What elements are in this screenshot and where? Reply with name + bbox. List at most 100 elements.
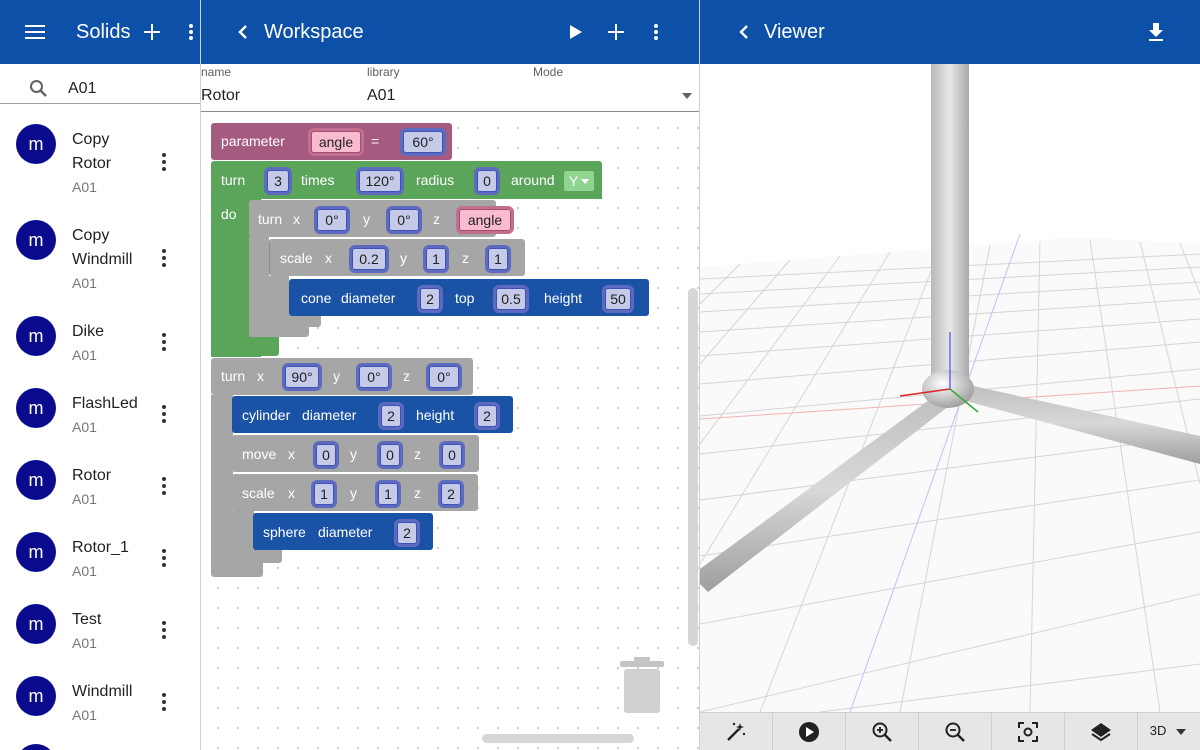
run-button[interactable] — [560, 16, 592, 48]
turn-loop-block[interactable]: turn 3 times 120° radius 0 around Y — [211, 161, 602, 199]
block-keyword: diameter — [341, 290, 396, 306]
workspace-horizontal-scrollbar[interactable] — [482, 734, 634, 743]
x-field[interactable]: 90° — [282, 363, 322, 391]
mode-label: Mode — [533, 65, 564, 79]
x-field[interactable]: 0 — [313, 441, 339, 469]
name-field[interactable]: Rotor — [201, 87, 240, 105]
block-keyword: y — [350, 446, 357, 462]
y-field[interactable]: 0° — [386, 206, 422, 234]
trash-icon[interactable] — [620, 657, 664, 713]
radius-field[interactable]: 0 — [474, 167, 500, 195]
top-field[interactable]: 0.5 — [493, 285, 529, 313]
height-field[interactable]: 50 — [602, 285, 634, 313]
z-field[interactable]: angle — [456, 206, 514, 234]
3d-scene — [700, 64, 1200, 712]
list-item[interactable]: m Windmill A01 — [0, 670, 200, 742]
z-field[interactable]: 0° — [426, 363, 462, 391]
height-field[interactable]: 2 — [474, 402, 500, 430]
list-item[interactable]: m Dike A01 — [0, 310, 200, 382]
play-button[interactable] — [773, 713, 846, 750]
chevron-down-icon[interactable] — [682, 93, 692, 99]
parameter-block[interactable]: parameter angle = 60° — [211, 123, 452, 160]
block-keyword: scale — [242, 485, 275, 501]
add-block-button[interactable] — [600, 16, 632, 48]
x-field[interactable]: 1 — [311, 480, 337, 508]
count-field[interactable]: 3 — [264, 167, 292, 195]
cone-block[interactable]: cone diameter 2 top 0.5 height 50 — [289, 279, 649, 316]
block-keyword: radius — [416, 172, 455, 188]
turn-block[interactable]: turn x 0° y 0° z angle — [249, 200, 514, 237]
z-field[interactable]: 2 — [438, 480, 464, 508]
more-vert-icon[interactable] — [156, 150, 172, 174]
diameter-field[interactable]: 2 — [378, 402, 404, 430]
x-field[interactable]: 0.2 — [349, 245, 389, 273]
more-vert-icon[interactable] — [640, 16, 672, 48]
back-icon[interactable] — [227, 16, 259, 48]
magic-wand-button[interactable] — [700, 713, 773, 750]
more-vert-icon[interactable] — [156, 246, 172, 270]
block-keyword: x — [325, 250, 332, 266]
diameter-field[interactable]: 2 — [394, 519, 420, 547]
x-field[interactable]: 0° — [314, 206, 350, 234]
download-button[interactable] — [1140, 16, 1172, 48]
workspace-title: Workspace — [264, 21, 364, 43]
block-keyword: z — [462, 250, 469, 266]
solid-library: A01 — [72, 179, 97, 195]
block-keyword: top — [455, 290, 475, 306]
layers-button[interactable] — [1065, 713, 1138, 750]
turn-block[interactable]: turn x 90° y 0° z 0° — [211, 358, 473, 395]
avatar: m — [16, 532, 56, 572]
y-field[interactable]: 0 — [377, 441, 403, 469]
menu-icon[interactable] — [20, 16, 52, 48]
z-field[interactable]: 1 — [485, 245, 511, 273]
move-block[interactable]: move x 0 y 0 z 0 — [232, 435, 479, 472]
more-vert-icon[interactable] — [156, 474, 172, 498]
block-keyword: cone — [301, 290, 332, 306]
list-item[interactable]: m FlashLed A01 — [0, 382, 200, 454]
viewer-title: Viewer — [764, 21, 825, 43]
solid-library: A01 — [72, 275, 97, 291]
block-workspace[interactable]: parameter angle = 60° turn 3 times 120° … — [201, 113, 699, 750]
more-vert-icon[interactable] — [156, 402, 172, 426]
zoom-out-button[interactable] — [919, 713, 992, 750]
sphere-block[interactable]: sphere diameter 2 — [253, 513, 433, 550]
more-vert-icon[interactable] — [156, 690, 172, 714]
y-field[interactable]: 1 — [375, 480, 401, 508]
value-field[interactable]: 60° — [400, 128, 446, 156]
magic-wand-icon — [727, 722, 746, 741]
more-vert-icon[interactable] — [156, 330, 172, 354]
axis-dropdown[interactable]: Y — [563, 170, 595, 192]
block-keyword: move — [242, 446, 277, 462]
y-field[interactable]: 1 — [423, 245, 449, 273]
list-item[interactable]: m Rotor A01 — [0, 454, 200, 526]
scale-block[interactable]: scale x 1 y 1 z 2 — [232, 474, 478, 511]
back-icon[interactable] — [728, 16, 760, 48]
add-solid-button[interactable] — [136, 16, 168, 48]
library-field[interactable]: A01 — [367, 87, 395, 105]
more-vert-icon[interactable] — [156, 546, 172, 570]
zoom-in-button[interactable] — [846, 713, 919, 750]
view-mode-select[interactable]: 3D — [1150, 723, 1186, 738]
fit-view-button[interactable] — [992, 713, 1065, 750]
list-item[interactable]: m Test A01 — [0, 598, 200, 670]
z-field[interactable]: 0 — [439, 441, 465, 469]
chevron-down-icon — [581, 178, 590, 184]
search-bar[interactable]: A01 — [0, 64, 200, 104]
block-keyword: height — [544, 290, 583, 306]
workspace-vertical-scrollbar[interactable] — [688, 288, 698, 646]
y-field[interactable]: 0° — [356, 363, 392, 391]
search-input[interactable]: A01 — [68, 80, 96, 98]
block-keyword: turn — [258, 211, 283, 227]
block-keyword: y — [400, 250, 407, 266]
chevron-down-icon — [1176, 728, 1186, 735]
more-vert-icon[interactable] — [156, 618, 172, 642]
3d-viewer[interactable] — [700, 64, 1200, 712]
list-item[interactable]: m Copy Windmill A01 — [0, 214, 200, 310]
list-item[interactable]: m Rotor_1 A01 — [0, 526, 200, 598]
scale-block[interactable]: scale x 0.2 y 1 z 1 — [269, 239, 525, 276]
cylinder-block[interactable]: cylinder diameter 2 height 2 — [232, 396, 513, 433]
list-item[interactable]: m Copy Rotor A01 — [0, 118, 200, 214]
diameter-field[interactable]: 2 — [417, 285, 443, 313]
variable-field[interactable]: angle — [308, 128, 364, 156]
angle-field[interactable]: 120° — [356, 167, 404, 195]
